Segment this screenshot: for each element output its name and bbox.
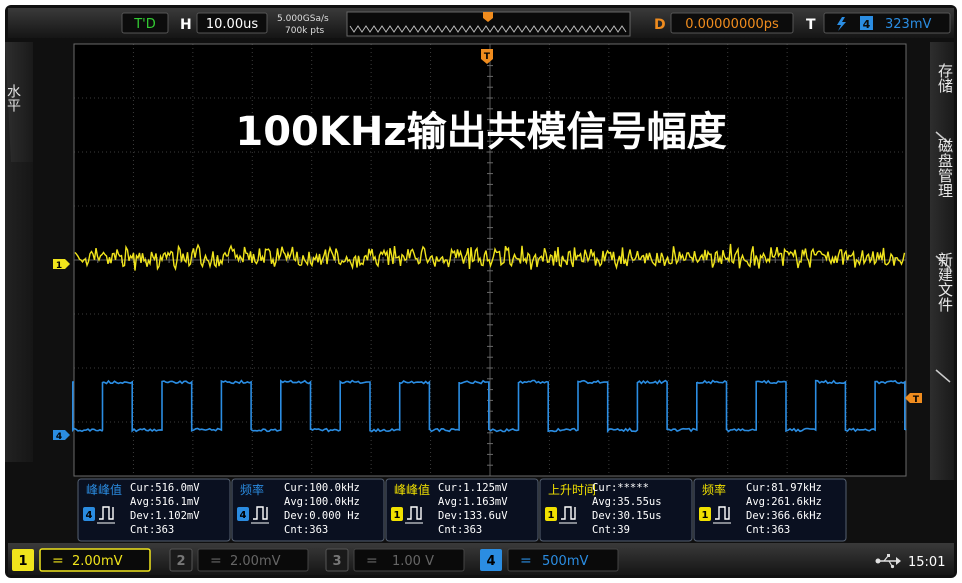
timebase-value: 10.00us	[206, 17, 258, 32]
menu-item-disk-manage-label: 磁盘管理	[936, 138, 954, 198]
ch1-scale: 2.00mV	[72, 554, 123, 569]
measurement-item[interactable]: 频率 1 Cur:81.97kHz Avg:261.6kHz Dev:366.6kHz C…	[693, 478, 847, 542]
bottom-bar: 1 = 2.00mV 2 = 2.00mV 3 = 1.00 V 4 = 500…	[8, 543, 954, 575]
measurement-value: Cnt:363	[438, 524, 482, 536]
measurement-item[interactable]: 上升时间 1 Cur:***** Avg:35.55us Dev:30.15us Cnt:…	[539, 478, 693, 542]
delay-box[interactable]: 0.00000000ps	[670, 12, 794, 34]
memory-overview[interactable]	[346, 11, 631, 37]
measurement-value: Cnt:363	[284, 524, 328, 536]
measurement-value: Cur:*****	[592, 482, 649, 494]
sample-rate: 5.000GSa/s	[277, 14, 329, 24]
measurement-value: Cnt:363	[130, 524, 174, 536]
measurement-value: Cur:81.97kHz	[746, 482, 822, 494]
ch3-number: 3	[332, 554, 341, 569]
measurement-value: Cnt:39	[592, 524, 630, 536]
ch4-coupling-icon: =	[520, 553, 532, 569]
measurement-value: Avg:35.55us	[592, 496, 662, 508]
trigger-source: 4	[863, 18, 871, 31]
ch2-coupling-icon: =	[210, 553, 222, 569]
right-menu: 存储 磁盘管理 新建文件	[930, 42, 954, 480]
measurement-channel: 1	[702, 510, 709, 521]
trigger-position-text: T	[484, 52, 491, 62]
ch2-scale: 2.00mV	[230, 554, 281, 569]
measurement-value: Dev:0.000 Hz	[284, 510, 360, 522]
measurement-value: Dev:30.15us	[592, 510, 662, 522]
measurement-name: 频率	[240, 482, 264, 497]
delay-value: 0.00000000ps	[685, 17, 779, 32]
ch4-scale: 500mV	[542, 554, 588, 569]
left-menu-label: 水平	[5, 84, 21, 112]
oscilloscope-screen: T'D H 10.00us 5.000GSa/s 700k pts D 0.00…	[5, 5, 957, 578]
measurement-value: Cnt:363	[746, 524, 790, 536]
timebase-box[interactable]: 10.00us	[196, 12, 268, 34]
trigger-level: 323mV	[885, 17, 931, 32]
measurement-name: 峰峰值	[86, 482, 122, 497]
measurement-value: Cur:516.0mV	[130, 482, 200, 494]
ch1-coupling-icon: =	[52, 553, 64, 569]
waveform-area[interactable]: T 1 4 T 100KHz输出共模信号幅度	[53, 43, 922, 477]
menu-item-storage-label: 存储	[936, 63, 954, 93]
measurement-name: 峰峰值	[394, 482, 430, 497]
measurement-value: Avg:1.163mV	[438, 496, 508, 508]
ch3-scale: 1.00 V	[392, 554, 434, 569]
measurement-name: 上升时间	[548, 483, 596, 497]
measurement-value: Cur:100.0kHz	[284, 482, 360, 494]
left-menu[interactable]: 水平	[5, 42, 33, 462]
measurement-value: Dev:366.6kHz	[746, 510, 822, 522]
memory-depth: 700k pts	[285, 26, 324, 36]
ch3-scale-box[interactable]: 3 = 1.00 V	[325, 548, 465, 572]
trigger-label: T	[806, 17, 816, 33]
overlay-title: 100KHz输出共模信号幅度	[235, 109, 726, 155]
measurement-panel: 峰峰值 4 Cur:516.0mV Avg:516.1mV Dev:1.102mV Cnt…	[77, 478, 847, 542]
measurement-item[interactable]: 峰峰值 1 Cur:1.125mV Avg:1.163mV Dev:133.6uV Cnt…	[385, 478, 539, 542]
delay-label: D	[654, 17, 666, 33]
menu-item-disk-manage[interactable]: 磁盘管理	[936, 138, 954, 198]
measurement-value: Dev:1.102mV	[130, 510, 200, 522]
run-status-badge[interactable]: T'D	[121, 12, 169, 34]
menu-item-new-file[interactable]: 新建文件	[936, 252, 954, 312]
ch4-scale-box[interactable]: 4 = 500mV	[480, 548, 619, 572]
measurement-item[interactable]: 频率 4 Cur:100.0kHz Avg:100.0kHz Dev:0.000 Hz C…	[231, 478, 385, 542]
ch1-number: 1	[18, 554, 27, 569]
trigger-box[interactable]: 4 323mV	[823, 12, 951, 34]
measurement-value: Avg:261.6kHz	[746, 496, 822, 508]
ch3-coupling-icon: =	[366, 553, 378, 569]
clock-time: 15:01	[908, 555, 945, 570]
ch1-scale-box[interactable]: 1 = 2.00mV	[12, 548, 151, 572]
measurement-value: Avg:100.0kHz	[284, 496, 360, 508]
ch4-number: 4	[486, 554, 495, 569]
ch2-number: 2	[176, 554, 185, 569]
top-bar: T'D H 10.00us 5.000GSa/s 700k pts D 0.00…	[8, 8, 954, 38]
measurement-name: 频率	[702, 482, 726, 497]
measurement-value: Avg:516.1mV	[130, 496, 200, 508]
measurement-channel: 1	[394, 510, 401, 521]
menu-item-storage[interactable]: 存储	[936, 63, 954, 93]
ch1-marker-text: 1	[56, 261, 62, 271]
measurement-channel: 4	[86, 510, 93, 521]
horizontal-label: H	[180, 17, 192, 33]
ch4-marker-text: 4	[56, 432, 62, 442]
measurement-item[interactable]: 峰峰值 4 Cur:516.0mV Avg:516.1mV Dev:1.102mV Cnt…	[77, 478, 231, 542]
measurement-channel: 4	[240, 510, 247, 521]
ch2-scale-box[interactable]: 2 = 2.00mV	[169, 548, 309, 572]
trigger-level-marker-text: T	[913, 395, 920, 405]
measurement-channel: 1	[548, 510, 555, 521]
run-status-text: T'D	[133, 17, 156, 32]
menu-item-new-file-label: 新建文件	[936, 252, 954, 312]
measurement-value: Cur:1.125mV	[438, 482, 508, 494]
measurement-value: Dev:133.6uV	[438, 510, 508, 522]
